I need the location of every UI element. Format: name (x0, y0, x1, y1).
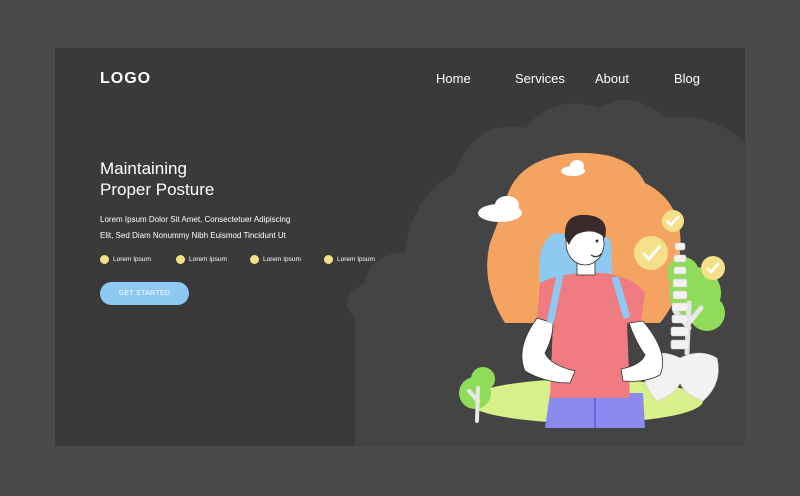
feature-bullet-label: Lorem Ipsum (337, 256, 375, 263)
logo[interactable]: LOGO (100, 70, 151, 88)
check-badge-icon (634, 236, 668, 270)
nav-home[interactable]: Home (436, 71, 471, 86)
feature-bullet: Lorem Ipsum (176, 255, 227, 264)
feature-bullet: Lorem Ipsum (100, 255, 151, 264)
hero-description: Lorem Ipsum Dolor Sit Amet, Consectetuer… (100, 212, 330, 244)
posture-illustration (459, 152, 725, 428)
bullet-dot-icon (250, 255, 259, 264)
check-badge-icon (701, 256, 725, 280)
feature-bullet-label: Lorem Ipsum (113, 256, 151, 263)
feature-bullet: Lorem Ipsum (250, 255, 301, 264)
bullet-dot-icon (176, 255, 185, 264)
hero-title: Maintaining Proper Posture (100, 158, 300, 200)
bullet-dot-icon (324, 255, 333, 264)
feature-bullets: Lorem Ipsum Lorem Ipsum Lorem Ipsum Lore… (100, 255, 400, 269)
hero-title-line-1: Maintaining (100, 159, 187, 178)
nav-blog[interactable]: Blog (674, 71, 700, 86)
nav-about[interactable]: About (595, 71, 629, 86)
feature-bullet: Lorem Ipsum (324, 255, 375, 264)
check-badge-icon (662, 210, 684, 232)
hero-description-line-2: Elit, Sed Diam Nonummy Nibh Euismod Tinc… (100, 231, 286, 240)
get-started-button[interactable]: GET STARTED (100, 282, 189, 305)
hero-description-line-1: Lorem Ipsum Dolor Sit Amet, Consectetuer… (100, 215, 291, 224)
feature-bullet-label: Lorem Ipsum (189, 256, 227, 263)
nav-services[interactable]: Services (515, 71, 565, 86)
feature-bullet-label: Lorem Ipsum (263, 256, 301, 263)
hero-title-line-2: Proper Posture (100, 180, 215, 199)
bullet-dot-icon (100, 255, 109, 264)
landing-page: LOGO Home Services About Blog Maintainin… (55, 48, 745, 446)
